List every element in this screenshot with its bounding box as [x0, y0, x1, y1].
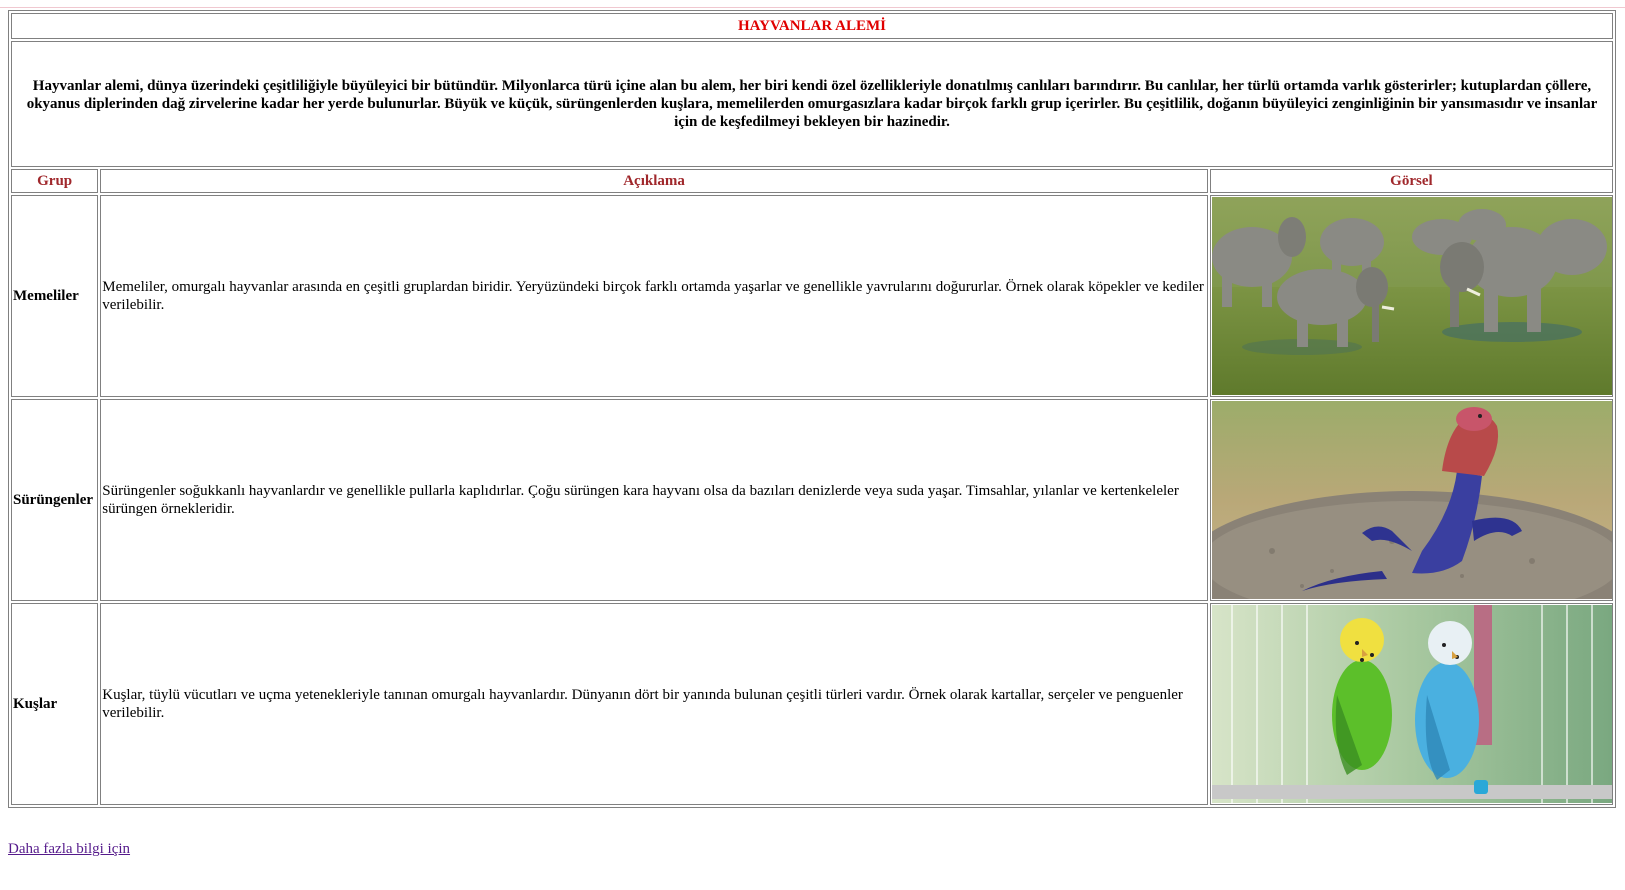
table-row: Kuşlar Kuşlar, tüylü vücutları ve uçma y… [11, 603, 1613, 805]
group-name: Kuşlar [11, 603, 99, 805]
header-image: Görsel [1209, 169, 1613, 193]
agama-lizard-photo [1211, 401, 1612, 599]
group-image-cell [1209, 195, 1613, 397]
group-description: Sürüngenler soğukkanlı hayvanlardır ve g… [100, 399, 1208, 601]
intro-line-1: Hayvanlar alemi, dünya üzerindeki çeşitl… [32, 78, 1592, 94]
elephants-photo [1211, 197, 1612, 395]
group-description: Memeliler, omurgalı hayvanlar arasında e… [100, 195, 1208, 397]
group-image-cell [1209, 603, 1613, 805]
group-image-cell [1209, 399, 1613, 601]
group-name: Memeliler [11, 195, 99, 397]
header-description: Açıklama [100, 169, 1208, 193]
intro-paragraph: Hayvanlar alemi, dünya üzerindeki çeşitl… [11, 41, 1613, 167]
page-title: HAYVANLAR ALEMİ [11, 13, 1613, 39]
intro-line-3: için de keşfedilmeyi bekleyen bir hazine… [674, 114, 950, 130]
intro-line-2: okyanus diplerinden dağ zirvelerine kada… [26, 96, 1598, 112]
page-title-text: HAYVANLAR ALEMİ [738, 18, 886, 34]
more-info-link[interactable]: Daha fazla bilgi için [8, 841, 130, 858]
header-group: Grup [11, 169, 99, 193]
top-border [0, 0, 1625, 8]
group-description: Kuşlar, tüylü vücutları ve uçma yetenekl… [100, 603, 1208, 805]
animals-table: HAYVANLAR ALEMİ Hayvanlar alemi, dünya ü… [8, 10, 1616, 808]
table-row: Memeliler Memeliler, omurgalı hayvanlar … [11, 195, 1613, 397]
group-name: Sürüngenler [11, 399, 99, 601]
budgerigars-photo [1211, 605, 1612, 803]
table-row: Sürüngenler Sürüngenler soğukkanlı hayva… [11, 399, 1613, 601]
